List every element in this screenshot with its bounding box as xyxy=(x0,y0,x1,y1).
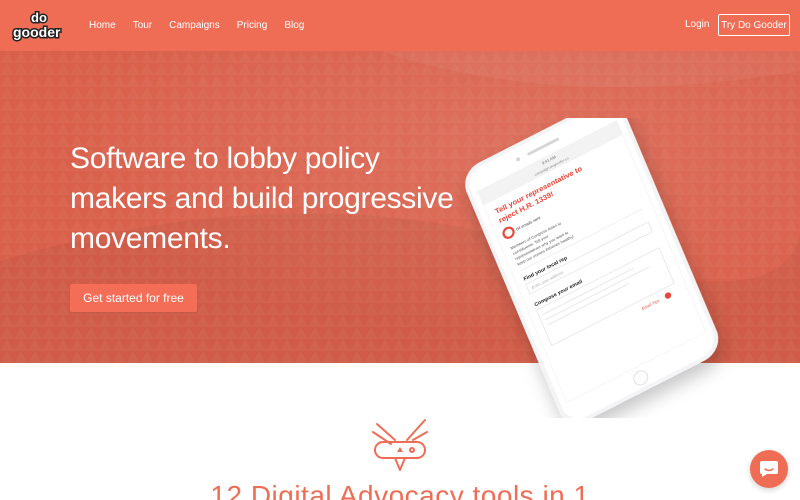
nav-link-tour[interactable]: Tour xyxy=(133,20,152,31)
nav-links: Home Tour Campaigns Pricing Blog xyxy=(89,0,321,51)
logo-text-line2: gooder xyxy=(13,24,61,40)
hero-title-line-3: movements. xyxy=(70,222,231,255)
chat-icon xyxy=(760,461,778,477)
phone-mockup: 9:41 AM campaign.dogooder.co Tell your r… xyxy=(465,118,719,418)
nav-link-home[interactable]: Home xyxy=(89,20,116,31)
features-title: 12 Digital Advocacy tools in 1 xyxy=(210,480,590,500)
top-navigation: do gooder Home Tour Campaigns Pricing Bl… xyxy=(0,0,800,51)
nav-link-pricing[interactable]: Pricing xyxy=(237,20,268,31)
hero-title: Software to lobby policy makers and buil… xyxy=(70,139,490,259)
do-gooder-logo[interactable]: do gooder xyxy=(12,8,72,42)
get-started-button[interactable]: Get started for free xyxy=(70,284,197,312)
login-link[interactable]: Login xyxy=(685,19,709,30)
nav-link-campaigns[interactable]: Campaigns xyxy=(169,20,220,31)
nav-link-blog[interactable]: Blog xyxy=(284,20,304,31)
try-do-gooder-button[interactable]: Try Do Gooder xyxy=(718,14,790,36)
chat-launcher-button[interactable] xyxy=(750,450,788,488)
swiss-army-knife-icon xyxy=(372,419,428,471)
hero-title-line-2: makers and build progressive xyxy=(70,182,454,215)
hero-title-line-1: Software to lobby policy xyxy=(70,142,380,175)
logo-text-line1: do xyxy=(31,10,47,25)
